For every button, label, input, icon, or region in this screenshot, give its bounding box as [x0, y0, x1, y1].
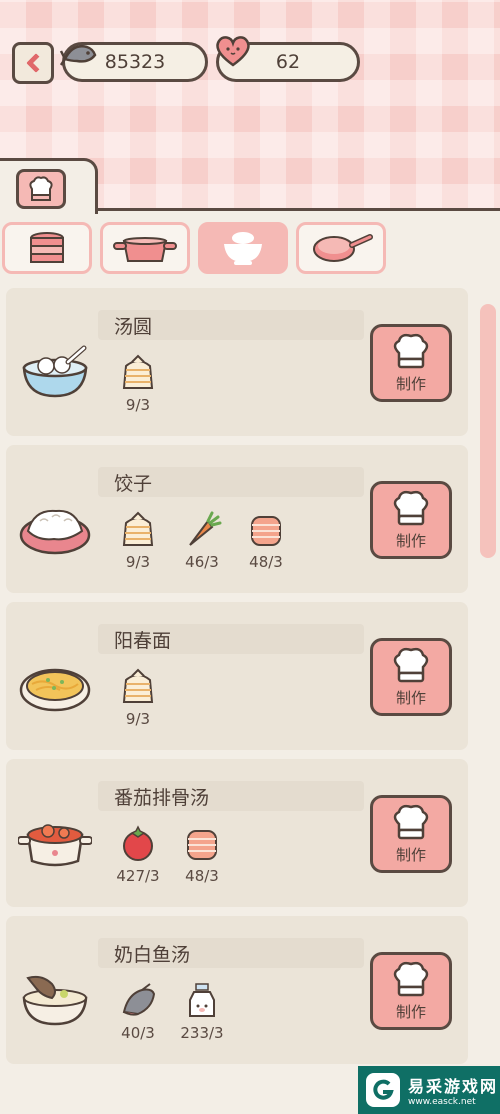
ingredient-item: 233/3: [170, 982, 234, 1042]
tab-recipes[interactable]: [0, 158, 98, 214]
ingredient-item: 9/3: [106, 354, 170, 414]
recipe-card: 奶白鱼汤 40/3 233/3 制作: [6, 916, 468, 1064]
ingredient-item: 9/3: [106, 668, 170, 728]
recipe-name: 阳春面: [114, 630, 172, 652]
make-label: 制作: [395, 374, 426, 393]
chef-hat-icon: [393, 490, 429, 525]
recipe-card: 汤圆 9/3 制作: [6, 288, 468, 436]
chef-hat-icon: [393, 804, 429, 839]
fish-soup-bowl-icon: [22, 975, 88, 1026]
back-button[interactable]: [12, 42, 54, 84]
ingredient-count: 233/3: [180, 1024, 224, 1042]
ingredient-count: 48/3: [249, 553, 283, 571]
carrot-icon: [189, 511, 222, 546]
make-label: 制作: [395, 688, 426, 707]
meat-icon: [187, 830, 217, 860]
ingredient-count: 427/3: [116, 867, 160, 885]
ingredient-item: 9/3: [106, 511, 170, 571]
recipe-card: 番茄排骨汤 427/3 48/3 制作: [6, 759, 468, 907]
ingredient-item: 48/3: [234, 511, 298, 571]
ingredient-count: 46/3: [185, 553, 219, 571]
category-bowl[interactable]: [198, 222, 288, 274]
make-button[interactable]: 制作: [370, 638, 452, 716]
meat-icon: [251, 516, 281, 546]
recipe-name: 奶白鱼汤: [114, 944, 191, 966]
flour-bag-icon: [122, 511, 154, 546]
tomato-icon: [123, 825, 153, 861]
fish-icon: [59, 45, 97, 66]
ingredient-item: 40/3: [106, 982, 170, 1042]
ingredient-item: 46/3: [170, 511, 234, 571]
dumpling-plate-icon: [19, 509, 91, 555]
recipe-name: 饺子: [114, 473, 153, 495]
ingredient-item: 48/3: [170, 825, 234, 885]
tangyuan-bowl-icon: [22, 345, 88, 398]
fish-currency-pill: 85323: [59, 42, 208, 82]
make-label: 制作: [395, 1002, 426, 1021]
category-pot[interactable]: [100, 222, 190, 274]
make-button[interactable]: 制作: [370, 324, 452, 402]
category-row: [0, 220, 500, 276]
category-steamer[interactable]: [2, 222, 92, 274]
flour-bag-icon: [122, 668, 154, 703]
flour-bag-icon: [122, 354, 154, 389]
heart-currency-pill: 62: [216, 36, 360, 82]
bowl-icon: [224, 232, 262, 265]
chef-hat-icon: [393, 333, 429, 368]
heart-icon: [216, 36, 250, 67]
fish-count: 85323: [104, 51, 166, 73]
recipe-card: 饺子 9/3 46/3 48/3 制作: [6, 445, 468, 593]
make-label: 制作: [395, 531, 426, 550]
steamer-icon: [30, 232, 64, 263]
pan-icon: [313, 234, 373, 262]
tomato-soup-pot-icon: [18, 824, 92, 867]
ingredient-count: 9/3: [125, 710, 151, 728]
scrollbar[interactable]: [480, 304, 496, 558]
ingredient-count: 40/3: [121, 1024, 155, 1042]
noodle-bowl-icon: [19, 668, 91, 712]
pot-icon: [113, 237, 177, 262]
ingredient-count: 48/3: [185, 867, 219, 885]
ingredient-item: 427/3: [106, 825, 170, 885]
tab-divider: [96, 208, 500, 211]
fish-icon: [122, 983, 156, 1016]
category-pan[interactable]: [296, 222, 386, 274]
make-label: 制作: [395, 845, 426, 864]
ingredient-count: 9/3: [125, 396, 151, 414]
make-button[interactable]: 制作: [370, 952, 452, 1030]
ingredient-count: 9/3: [125, 553, 151, 571]
chef-hat-icon: [393, 647, 429, 682]
chef-hat-icon: [393, 961, 429, 996]
watermark-title: 易采游戏网: [408, 1077, 499, 1096]
watermark-url: www.easck.net: [408, 1097, 476, 1107]
recipe-name: 汤圆: [114, 316, 153, 338]
chef-book-icon: [16, 169, 66, 209]
milk-bottle-icon: [189, 983, 215, 1017]
watermark: 易采游戏网 www.easck.net: [358, 1066, 500, 1114]
heart-count: 62: [275, 51, 301, 73]
make-button[interactable]: 制作: [370, 481, 452, 559]
make-button[interactable]: 制作: [370, 795, 452, 873]
chevron-left-icon: [26, 53, 46, 73]
recipe-name: 番茄排骨汤: [114, 787, 210, 809]
watermark-logo-icon: [366, 1073, 400, 1107]
recipe-card: 阳春面 9/3 制作: [6, 602, 468, 750]
